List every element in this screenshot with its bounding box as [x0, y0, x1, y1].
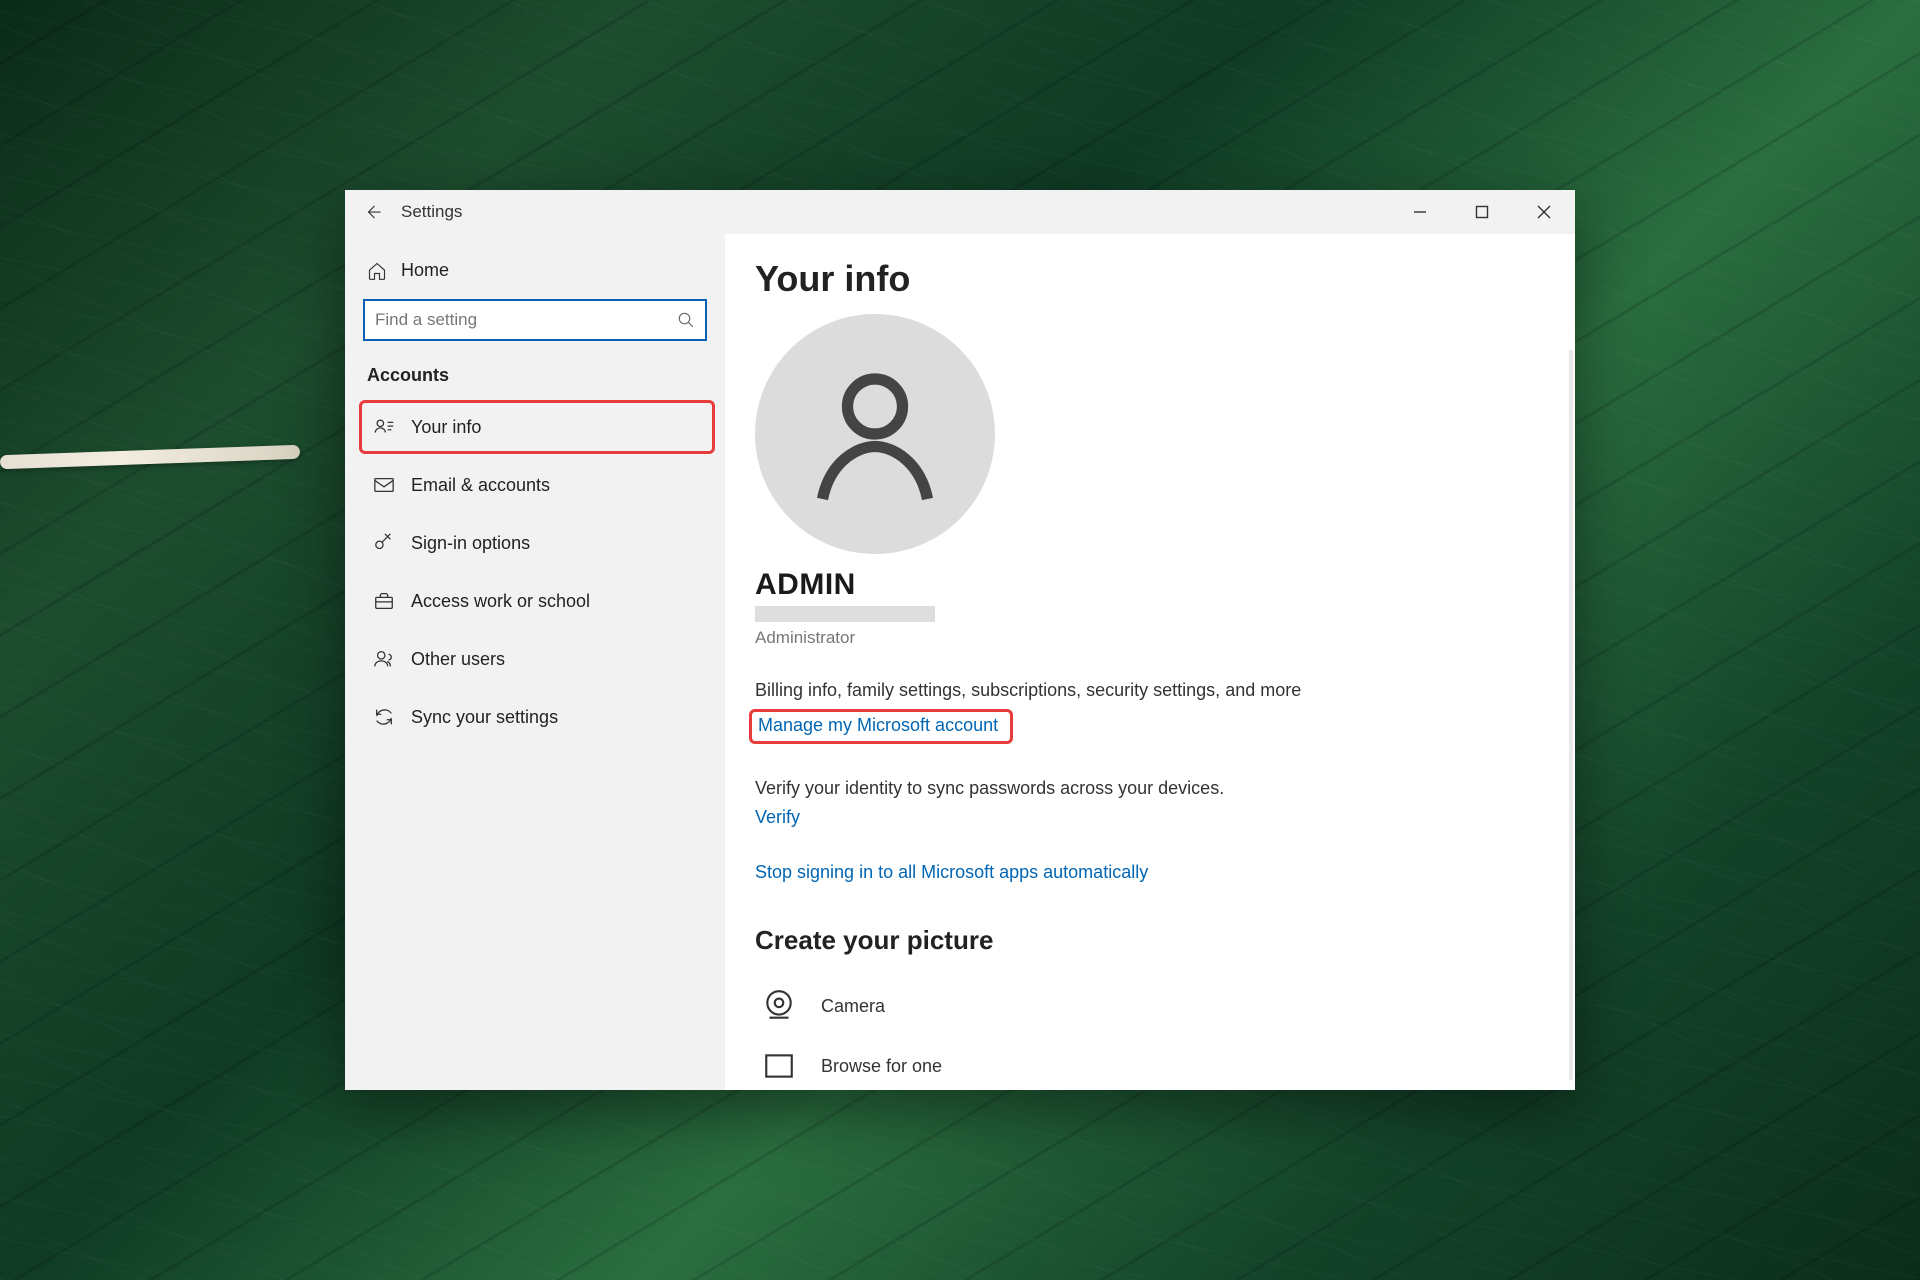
maximize-icon — [1475, 205, 1489, 219]
browse-icon — [762, 1049, 796, 1083]
key-icon — [373, 532, 395, 554]
back-button[interactable] — [353, 190, 393, 234]
sidebar-item-label: Sign-in options — [411, 533, 530, 554]
person-icon — [800, 359, 950, 509]
sidebar-item-your-info[interactable]: Your info — [359, 400, 715, 454]
close-button[interactable] — [1513, 190, 1575, 234]
minimize-button[interactable] — [1389, 190, 1451, 234]
close-icon — [1537, 205, 1551, 219]
stop-signin-link[interactable]: Stop signing in to all Microsoft apps au… — [755, 862, 1148, 883]
search-icon — [677, 311, 695, 329]
page-title: Your info — [755, 258, 1545, 300]
settings-window: Settings Home A — [345, 190, 1575, 1090]
sidebar-item-label: Access work or school — [411, 591, 590, 612]
search-box[interactable] — [363, 299, 707, 341]
account-role: Administrator — [755, 628, 1545, 648]
sidebar-item-signin-options[interactable]: Sign-in options — [359, 516, 715, 570]
browse-option[interactable]: Browse for one — [755, 1036, 1545, 1090]
people-icon — [373, 648, 395, 670]
back-arrow-icon — [364, 203, 382, 221]
browse-label: Browse for one — [821, 1056, 942, 1077]
minimize-icon — [1413, 205, 1427, 219]
camera-option[interactable]: Camera — [755, 976, 1545, 1036]
sidebar-item-other-users[interactable]: Other users — [359, 632, 715, 686]
verify-description: Verify your identity to sync passwords a… — [755, 778, 1545, 799]
scrollbar[interactable] — [1569, 350, 1573, 1080]
sidebar-item-label: Other users — [411, 649, 505, 670]
sidebar-item-label: Email & accounts — [411, 475, 550, 496]
sidebar: Home Accounts Your info Email & accounts — [345, 234, 725, 1090]
sidebar-item-label: Your info — [411, 417, 481, 438]
sidebar-item-access-work-school[interactable]: Access work or school — [359, 574, 715, 628]
sidebar-item-sync-settings[interactable]: Sync your settings — [359, 690, 715, 744]
main-content: Your info ADMIN Administrator Billing in… — [725, 234, 1575, 1090]
briefcase-icon — [373, 590, 395, 612]
camera-label: Camera — [821, 996, 885, 1017]
billing-description: Billing info, family settings, subscript… — [755, 680, 1545, 701]
account-username: ADMIN — [755, 568, 1545, 602]
sidebar-section-label: Accounts — [345, 355, 725, 398]
window-title: Settings — [401, 202, 462, 222]
sidebar-home[interactable]: Home — [345, 246, 725, 295]
avatar — [755, 314, 995, 554]
person-card-icon — [373, 416, 395, 438]
manage-microsoft-account-link[interactable]: Manage my Microsoft account — [749, 709, 1013, 744]
sidebar-item-email-accounts[interactable]: Email & accounts — [359, 458, 715, 512]
titlebar: Settings — [345, 190, 1575, 234]
verify-link[interactable]: Verify — [755, 807, 800, 828]
mail-icon — [373, 474, 395, 496]
sync-icon — [373, 706, 395, 728]
sidebar-home-label: Home — [401, 260, 449, 281]
camera-icon — [762, 989, 796, 1023]
maximize-button[interactable] — [1451, 190, 1513, 234]
sidebar-item-label: Sync your settings — [411, 707, 558, 728]
home-icon — [367, 261, 387, 281]
search-input[interactable] — [375, 310, 677, 330]
account-email-redacted — [755, 606, 935, 622]
create-picture-heading: Create your picture — [755, 925, 1545, 956]
